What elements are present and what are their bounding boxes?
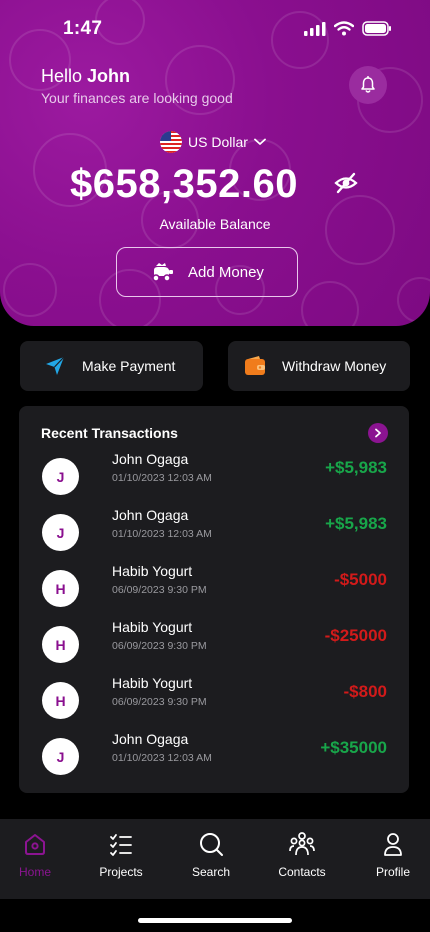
balance-amount: $658,352.60 (70, 162, 298, 206)
withdraw-money-button[interactable]: Withdraw Money (228, 341, 410, 391)
transaction-row[interactable]: H Habib Yogurt 06/09/2023 9:30 PM -$800 (19, 675, 409, 738)
us-flag-icon (160, 131, 182, 153)
avatar: J (42, 458, 79, 495)
transaction-date: 01/10/2023 12:03 AM (112, 472, 212, 484)
tab-projects[interactable]: Projects (78, 819, 164, 899)
transaction-amount: -$800 (343, 682, 387, 701)
transaction-amount: -$5000 (334, 570, 387, 589)
withdraw-money-label: Withdraw Money (282, 358, 387, 374)
tab-profile-label: Profile (375, 865, 410, 879)
tab-home[interactable]: Home (0, 819, 78, 899)
transaction-date: 06/09/2023 9:30 PM (112, 696, 207, 708)
view-all-transactions-button[interactable] (368, 423, 388, 443)
transaction-row[interactable]: J John Ogaga 01/10/2023 12:03 AM +$5,983 (19, 451, 409, 514)
notifications-button[interactable] (349, 66, 387, 104)
home-indicator[interactable] (138, 918, 292, 923)
profile-icon (384, 833, 402, 856)
make-payment-label: Make Payment (82, 358, 176, 374)
transaction-date: 06/09/2023 9:30 PM (112, 584, 207, 596)
recent-transactions-card: Recent Transactions J John Ogaga 01/10/2… (19, 406, 409, 793)
tab-search[interactable]: Search (168, 819, 254, 899)
transaction-row[interactable]: H Habib Yogurt 06/09/2023 9:30 PM -$2500… (19, 619, 409, 682)
chevron-down-icon (254, 138, 266, 145)
add-money-button[interactable]: Add Money (116, 247, 298, 297)
tab-home-label: Home (18, 865, 51, 879)
tab-projects-label: Projects (99, 865, 143, 879)
transaction-amount: +$35000 (320, 738, 387, 757)
tab-contacts[interactable]: Contacts (259, 819, 345, 899)
battery-icon (362, 21, 391, 36)
contacts-icon (289, 832, 315, 856)
transaction-row[interactable]: J John Ogaga 01/10/2023 12:03 AM +$5,983 (19, 507, 409, 570)
transaction-name: Habib Yogurt (112, 619, 193, 635)
wifi-icon (334, 21, 354, 36)
search-icon (200, 833, 223, 856)
balance-label: Available Balance (159, 216, 271, 232)
status-icons (304, 21, 392, 36)
greeting: Hello John (41, 66, 130, 87)
transaction-name: John Ogaga (112, 451, 189, 467)
checklist-icon (110, 834, 132, 856)
bottom-tab-bar: Home Projects Search Contacts Profile (0, 819, 430, 899)
home-icon (25, 834, 45, 855)
transaction-row[interactable]: H Habib Yogurt 06/09/2023 9:30 PM -$5000 (19, 563, 409, 626)
make-payment-button[interactable]: Make Payment (20, 341, 203, 391)
transaction-row[interactable]: J John Ogaga 01/10/2023 12:03 AM +$35000 (19, 731, 409, 794)
eye-off-icon (334, 172, 358, 194)
transaction-name: Habib Yogurt (112, 563, 193, 579)
signal-icon (304, 21, 326, 36)
tab-search-label: Search (191, 865, 231, 879)
wallet-icon (245, 356, 265, 375)
avatar: J (42, 514, 79, 551)
toggle-balance-visibility-button[interactable] (334, 172, 358, 199)
transaction-date: 01/10/2023 12:03 AM (112, 752, 212, 764)
avatar: H (42, 570, 79, 607)
status-time: 1:47 (63, 18, 103, 39)
money-bag-icon (152, 263, 174, 282)
avatar: J (42, 738, 79, 775)
greeting-prefix: Hello (41, 66, 83, 86)
transaction-amount: +$5,983 (325, 514, 387, 533)
tab-contacts-label: Contacts (278, 865, 326, 879)
add-money-label: Add Money (188, 263, 264, 281)
avatar: H (42, 626, 79, 663)
balance-hero: 1:47 Hello John Your finances are lookin… (0, 0, 430, 326)
transaction-name: John Ogaga (112, 731, 189, 747)
transaction-date: 01/10/2023 12:03 AM (112, 528, 212, 540)
chevron-right-icon (375, 428, 381, 438)
greeting-subtitle: Your finances are looking good (41, 90, 233, 106)
currency-label: US Dollar (188, 134, 248, 150)
transaction-name: John Ogaga (112, 507, 189, 523)
currency-selector[interactable]: US Dollar (160, 131, 266, 153)
bell-icon (361, 76, 375, 93)
transaction-amount: +$5,983 (325, 458, 387, 477)
user-name: John (87, 66, 131, 86)
avatar: H (42, 682, 79, 719)
transactions-title: Recent Transactions (41, 425, 178, 441)
send-icon (46, 356, 65, 375)
tab-profile[interactable]: Profile (350, 819, 430, 899)
transaction-name: Habib Yogurt (112, 675, 193, 691)
transaction-date: 06/09/2023 9:30 PM (112, 640, 207, 652)
status-bar: 1:47 (0, 18, 430, 42)
transaction-amount: -$25000 (324, 626, 387, 645)
